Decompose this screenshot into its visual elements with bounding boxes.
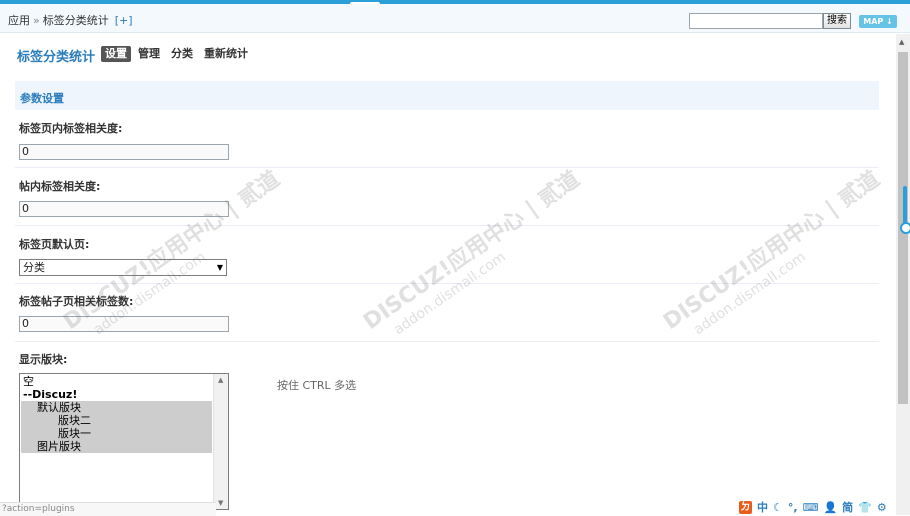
watermark-url-text: addon.dismall.com bbox=[391, 249, 509, 338]
divider bbox=[15, 283, 879, 284]
ime-toolbar: ㄉ 中 ☾ °, ⌨ 👤 简 👕 ⚙ bbox=[739, 500, 896, 515]
related-count-label: 标签帖子页相关标签数: bbox=[19, 295, 134, 308]
default-page-value: 分类 bbox=[23, 261, 45, 274]
section-header: 参数设置 bbox=[15, 81, 879, 110]
tab-manage[interactable]: 管理 bbox=[134, 46, 164, 62]
watermark-logo: DISCUZ!应用中心 | 贰道 addon.dismall.com bbox=[659, 166, 885, 338]
user-icon[interactable]: 👤 bbox=[823, 500, 837, 515]
divider bbox=[15, 341, 879, 342]
side-slider-rail[interactable] bbox=[903, 186, 907, 226]
watermark-brand-text: DISCUZ!应用中心 | 贰道 bbox=[659, 166, 885, 335]
block-option[interactable]: 图片版块 bbox=[21, 440, 212, 453]
default-page-label: 标签页默认页: bbox=[19, 238, 90, 251]
search-input[interactable] bbox=[689, 13, 823, 29]
watermark-brand-text: DISCUZ!应用中心 | 贰道 bbox=[359, 166, 585, 335]
watermark-url-text: addon.dismall.com bbox=[691, 249, 809, 338]
blocks-label: 显示版块: bbox=[19, 353, 68, 366]
side-slider-knob[interactable] bbox=[900, 222, 910, 234]
multiselect-scrollbar[interactable]: ▲ ▼ bbox=[213, 374, 228, 509]
header-bar: 应用» 标签分类统计 [+] 搜索 MAP ↓ bbox=[0, 4, 910, 33]
related-count-input[interactable] bbox=[19, 316, 229, 332]
map-button[interactable]: MAP ↓ bbox=[859, 15, 897, 28]
ime-language[interactable]: 中 bbox=[757, 500, 768, 515]
thread-relevance-label: 帖内标签相关度: bbox=[19, 180, 101, 193]
scroll-up-icon[interactable]: ▲ bbox=[899, 38, 904, 46]
breadcrumb-current: 标签分类统计 bbox=[42, 14, 109, 27]
breadcrumb-app-link[interactable]: 应用 bbox=[8, 14, 30, 27]
breadcrumb: 应用» 标签分类统计 [+] bbox=[8, 12, 133, 28]
page-scrollbar[interactable]: ▲ bbox=[896, 34, 910, 515]
scroll-up-icon[interactable]: ▲ bbox=[218, 376, 223, 384]
tab-categories[interactable]: 分类 bbox=[167, 46, 197, 62]
block-option[interactable]: 版块一 bbox=[21, 427, 212, 440]
add-shortcut-link[interactable]: [+] bbox=[115, 14, 133, 27]
tab-recount[interactable]: 重新统计 bbox=[200, 46, 252, 62]
punctuation-icon[interactable]: °, bbox=[788, 500, 798, 515]
block-option[interactable]: 默认版块 bbox=[21, 401, 212, 414]
gear-icon[interactable]: ⚙ bbox=[877, 500, 887, 515]
multiselect-hint: 按住 CTRL 多选 bbox=[277, 379, 357, 392]
block-option[interactable]: 版块二 bbox=[21, 414, 212, 427]
divider bbox=[15, 167, 879, 168]
tab-bar: 设置 管理 分类 重新统计 bbox=[101, 46, 255, 62]
scroll-down-icon[interactable]: ▼ bbox=[218, 499, 223, 507]
watermark-logo: DISCUZ!应用中心 | 贰道 addon.dismall.com bbox=[359, 166, 585, 338]
block-option[interactable]: 空 bbox=[21, 375, 212, 388]
keyboard-icon[interactable]: ⌨ bbox=[803, 500, 819, 515]
search-button[interactable]: 搜索 bbox=[823, 13, 851, 29]
ime-logo-icon[interactable]: ㄉ bbox=[739, 501, 752, 514]
default-page-select[interactable]: 分类 ▼ bbox=[19, 259, 227, 276]
tab-settings[interactable]: 设置 bbox=[101, 46, 131, 62]
relevance-input[interactable] bbox=[19, 144, 229, 160]
page-title: 标签分类统计 bbox=[17, 50, 96, 65]
block-option-group: --Discuz! bbox=[23, 388, 78, 401]
blocks-multiselect[interactable]: 空 --Discuz! 默认版块 版块二 版块一 图片版块 ▲ ▼ bbox=[19, 373, 229, 510]
section-title: 参数设置 bbox=[20, 92, 64, 105]
blocks-options: 空 --Discuz! 默认版块 版块二 版块一 图片版块 bbox=[21, 375, 212, 453]
select-arrow-icon: ▼ bbox=[216, 263, 223, 272]
status-bar: ?action=plugins bbox=[0, 502, 216, 516]
divider bbox=[15, 225, 879, 226]
thread-relevance-input[interactable] bbox=[19, 201, 229, 217]
moon-icon[interactable]: ☾ bbox=[773, 500, 783, 515]
relevance-label: 标签页内标签相关度: bbox=[19, 122, 123, 135]
breadcrumb-separator: » bbox=[33, 14, 40, 27]
skin-icon[interactable]: 👕 bbox=[858, 500, 872, 515]
ime-mode[interactable]: 简 bbox=[842, 500, 853, 515]
